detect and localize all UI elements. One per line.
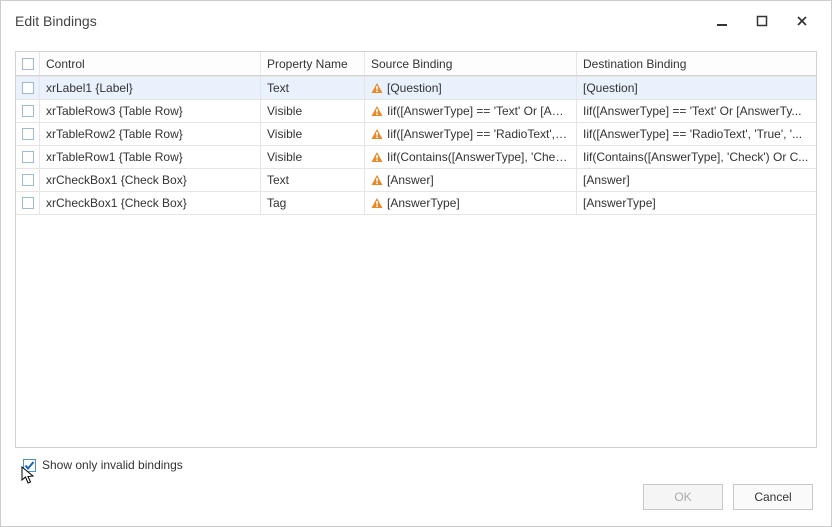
row-source: [Question] [365,77,577,99]
row-property: Visible [261,100,365,122]
row-control: xrCheckBox1 {Check Box} [40,192,261,214]
row-property: Text [261,169,365,191]
row-destination: Iif(Contains([AnswerType], 'Check') Or C… [577,146,816,168]
header-source[interactable]: Source Binding [365,52,577,76]
cancel-button[interactable]: Cancel [733,484,813,510]
show-only-invalid-label: Show only invalid bindings [42,458,183,472]
row-property: Visible [261,146,365,168]
row-destination: [Answer] [577,169,816,191]
window-controls [703,7,821,35]
footer-row: Show only invalid bindings [15,448,817,476]
show-only-invalid-checkbox[interactable] [23,459,36,472]
row-property: Text [261,77,365,99]
table-row[interactable]: xrTableRow2 {Table Row}Visible Iif([Answe… [16,123,816,146]
row-source-text: [Question] [387,81,442,95]
row-checkbox[interactable] [22,151,34,163]
table-row[interactable]: xrCheckBox1 {Check Box}Text [Answer] [Answ… [16,169,816,192]
row-checkbox-cell[interactable] [16,146,40,168]
row-property: Visible [261,123,365,145]
row-control: xrLabel1 {Label} [40,77,261,99]
row-source-text: Iif(Contains([AnswerType], 'Check') ... [387,150,570,164]
warning-icon [371,128,383,140]
maximize-button[interactable] [743,7,781,35]
row-checkbox-cell[interactable] [16,77,40,99]
table-row[interactable]: xrLabel1 {Label}Text [Question] [Question] [16,77,816,100]
row-control: xrTableRow3 {Table Row} [40,100,261,122]
header-property[interactable]: Property Name [261,52,365,76]
dialog-title: Edit Bindings [15,13,97,29]
warning-icon [371,105,383,117]
warning-icon [371,197,383,209]
row-destination: Iif([AnswerType] == 'Text' Or [AnswerTy.… [577,100,816,122]
row-control: xrTableRow1 {Table Row} [40,146,261,168]
header-control[interactable]: Control [40,52,261,76]
row-checkbox-cell[interactable] [16,192,40,214]
dialog-body: Control Property Name Source Binding Des… [1,41,831,526]
row-checkbox[interactable] [22,197,34,209]
ok-button[interactable]: OK [643,484,723,510]
grid-header: Control Property Name Source Binding Des… [16,52,816,77]
edit-bindings-dialog: Edit Bindings Control Property Name Sour… [0,0,832,527]
table-row[interactable]: xrTableRow1 {Table Row}Visible Iif(Contai… [16,146,816,169]
warning-icon [371,82,383,94]
row-property: Tag [261,192,365,214]
table-row[interactable]: xrTableRow3 {Table Row}Visible Iif([Answe… [16,100,816,123]
close-button[interactable] [783,7,821,35]
row-checkbox[interactable] [22,82,34,94]
row-checkbox[interactable] [22,128,34,140]
row-source-text: [Answer] [387,173,434,187]
row-destination: [Question] [577,77,816,99]
row-source: Iif([AnswerType] == 'RadioText', 'Tr... [365,123,577,145]
titlebar: Edit Bindings [1,1,831,41]
row-source: Iif([AnswerType] == 'Text' Or [Answ... [365,100,577,122]
row-checkbox[interactable] [22,174,34,186]
bindings-grid: Control Property Name Source Binding Des… [15,51,817,448]
row-checkbox-cell[interactable] [16,123,40,145]
grid-rows: xrLabel1 {Label}Text[Question][Question]… [16,77,816,447]
dialog-buttons: OK Cancel [15,476,817,514]
check-icon [24,460,35,471]
header-checkbox[interactable] [22,58,34,70]
row-source: Iif(Contains([AnswerType], 'Check') ... [365,146,577,168]
table-row[interactable]: xrCheckBox1 {Check Box}Tag [AnswerType] [A… [16,192,816,215]
row-source-text: Iif([AnswerType] == 'Text' Or [Answ... [387,104,570,118]
row-control: xrTableRow2 {Table Row} [40,123,261,145]
header-destination[interactable]: Destination Binding [577,52,816,76]
warning-icon [371,174,383,186]
row-source-text: [AnswerType] [387,196,460,210]
row-destination: Iif([AnswerType] == 'RadioText', 'True',… [577,123,816,145]
row-checkbox[interactable] [22,105,34,117]
row-source-text: Iif([AnswerType] == 'RadioText', 'Tr... [387,127,570,141]
warning-icon [371,151,383,163]
row-source: [AnswerType] [365,192,577,214]
header-checkbox-cell[interactable] [16,52,40,76]
row-control: xrCheckBox1 {Check Box} [40,169,261,191]
row-destination: [AnswerType] [577,192,816,214]
row-checkbox-cell[interactable] [16,100,40,122]
minimize-button[interactable] [703,7,741,35]
row-checkbox-cell[interactable] [16,169,40,191]
row-source: [Answer] [365,169,577,191]
